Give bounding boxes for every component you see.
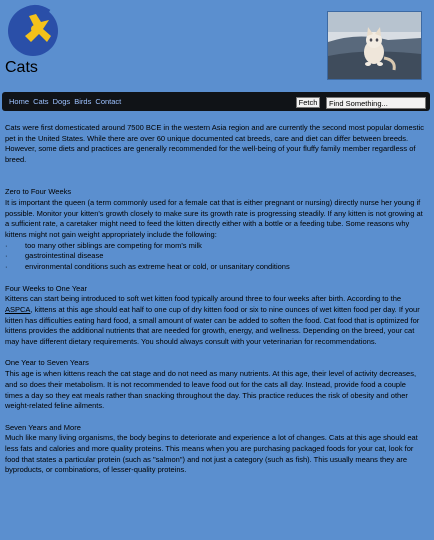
nav-link-contact[interactable]: Contact bbox=[95, 97, 121, 106]
site-logo bbox=[5, 2, 61, 58]
bullet: · bbox=[5, 251, 8, 261]
section-body: It is important the queen (a term common… bbox=[5, 197, 423, 239]
section-heading: Seven Years and More bbox=[5, 422, 81, 432]
section-body: This age is when kittens reach the cat s… bbox=[5, 369, 417, 411]
list-item: · too many other siblings are competing … bbox=[5, 241, 425, 252]
intro-paragraph: Cats were first domesticated around 7500… bbox=[5, 123, 424, 165]
list-item-text: environmental conditions such as extreme… bbox=[25, 262, 290, 272]
section-text: Kittens can start being introduced to so… bbox=[5, 294, 402, 304]
nav-link-birds[interactable]: Birds bbox=[74, 97, 91, 106]
nav-link-dogs[interactable]: Dogs bbox=[53, 97, 71, 106]
section-heading: Zero to Four Weeks bbox=[5, 187, 72, 197]
site-title: Cats bbox=[5, 59, 38, 76]
list-item-text: gastrointestinal disease bbox=[25, 251, 104, 261]
aspca-link[interactable]: ASPCA bbox=[5, 305, 30, 314]
section-heading: One Year to Seven Years bbox=[5, 358, 89, 368]
nav-link-cats[interactable]: Cats bbox=[33, 97, 48, 106]
hero-cat-photo bbox=[327, 11, 422, 80]
nav-links: Home Cats Dogs Birds Contact bbox=[9, 97, 123, 106]
bullet: · bbox=[5, 240, 8, 250]
section-body: Much like many living organisms, the bod… bbox=[5, 433, 418, 475]
bullet: · bbox=[5, 262, 8, 272]
nav-bar: Home Cats Dogs Birds Contact Fetch bbox=[2, 92, 430, 111]
list-item-text: too many other siblings are competing fo… bbox=[25, 240, 202, 250]
fetch-button[interactable]: Fetch bbox=[296, 97, 320, 108]
list-item: · environmental conditions such as extre… bbox=[5, 262, 425, 273]
search-input[interactable] bbox=[326, 97, 426, 109]
main-content: Cats were first domesticated around 7500… bbox=[5, 123, 425, 476]
section-body: Kittens can start being introduced to so… bbox=[5, 294, 425, 348]
section-heading: Four Weeks to One Year bbox=[5, 283, 87, 293]
list-item: · gastrointestinal disease bbox=[5, 251, 425, 262]
section-text: , kittens at this age should eat half to… bbox=[5, 304, 420, 347]
cat-logo-icon bbox=[8, 5, 58, 56]
nav-link-home[interactable]: Home bbox=[9, 97, 29, 106]
